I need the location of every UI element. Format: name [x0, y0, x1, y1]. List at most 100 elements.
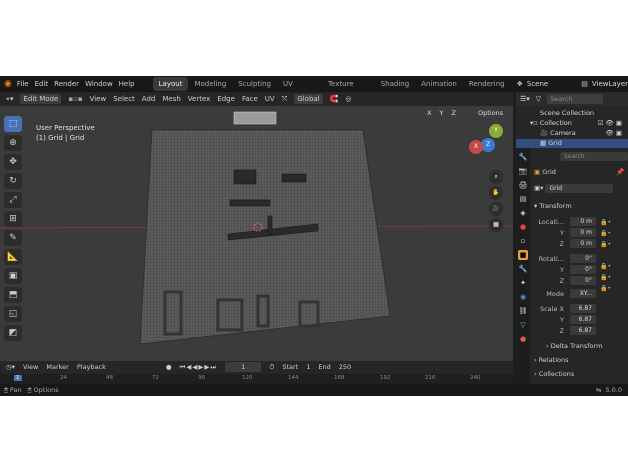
- data-name-row[interactable]: ▣▾ Grid: [534, 184, 614, 193]
- bevel-tool-icon[interactable]: ◩: [4, 325, 22, 341]
- vertex-menu[interactable]: Vertex: [188, 95, 211, 103]
- modifier-tab-icon[interactable]: 🔧: [518, 264, 528, 274]
- mesh-menu[interactable]: Mesh: [162, 95, 180, 103]
- object-tab-icon[interactable]: ■: [518, 250, 528, 260]
- end-frame-field[interactable]: 250: [339, 363, 351, 371]
- timeline-view-menu[interactable]: View: [23, 363, 38, 371]
- outliner-item-camera[interactable]: 🎥 Camera 👁 ▣: [540, 129, 626, 137]
- view-layer-tab-icon[interactable]: ▤: [518, 194, 528, 204]
- add-cube-tool-icon[interactable]: ▣: [4, 268, 22, 284]
- camera-view-icon[interactable]: 🎥: [489, 202, 503, 216]
- data-tab-icon[interactable]: ▽: [518, 320, 528, 330]
- timeline-marker-menu[interactable]: Marker: [46, 363, 68, 371]
- perspective-toggle-icon[interactable]: ▦: [489, 218, 503, 232]
- collections-header[interactable]: › Collections: [534, 370, 574, 378]
- transform-panel-header[interactable]: ▾ Transform: [534, 202, 572, 210]
- collection-tab-icon[interactable]: ▫: [518, 236, 528, 246]
- select-box-tool-icon[interactable]: ⬚: [4, 116, 22, 132]
- move-tool-icon[interactable]: ✥: [4, 154, 22, 170]
- measure-tool-icon[interactable]: 📐: [4, 249, 22, 265]
- cursor-tool-icon[interactable]: ⊕: [4, 135, 22, 151]
- outliner-editor-icon[interactable]: ☰▾: [520, 95, 530, 103]
- render-tab-icon[interactable]: 📷: [518, 166, 528, 176]
- timeline-editor-icon[interactable]: ◷▾: [6, 363, 15, 371]
- menu-window[interactable]: Window: [85, 80, 119, 88]
- extrude-tool-icon[interactable]: ⬒: [4, 287, 22, 303]
- rotation-y-field[interactable]: 0°: [570, 265, 596, 274]
- rotate-tool-icon[interactable]: ↻: [4, 173, 22, 189]
- outliner-item-collection[interactable]: ▾▫ Collection ☑ 👁 ▣: [530, 119, 626, 127]
- timeline-playback-menu[interactable]: Playback: [77, 363, 106, 371]
- view-layer-icon[interactable]: ▤: [581, 80, 588, 88]
- data-name-field[interactable]: Grid: [545, 184, 614, 193]
- timeline-ruler[interactable]: 1 24 48 72 96 120 144 168 192 216 240: [0, 374, 513, 384]
- tab-animation[interactable]: Animation: [415, 77, 463, 91]
- tab-rendering[interactable]: Rendering: [463, 77, 511, 91]
- tool-tab-icon[interactable]: 🔧: [518, 152, 528, 162]
- menu-help[interactable]: Help: [119, 80, 141, 88]
- select-mode-icons[interactable]: ▪▫▪: [68, 95, 82, 103]
- inset-tool-icon[interactable]: ◱: [4, 306, 22, 322]
- menu-edit[interactable]: Edit: [35, 80, 55, 88]
- rotation-z-field[interactable]: 0°: [570, 276, 596, 285]
- output-tab-icon[interactable]: 🖨: [518, 180, 528, 190]
- material-tab-icon[interactable]: ●: [518, 334, 528, 344]
- scale-tool-icon[interactable]: ⤢: [4, 192, 22, 208]
- overlay-axis-y[interactable]: Y: [436, 108, 447, 118]
- current-frame-field[interactable]: 1: [225, 362, 262, 372]
- current-frame-marker[interactable]: 1: [14, 375, 22, 381]
- object-name[interactable]: Grid: [542, 168, 556, 176]
- pin-icon[interactable]: 📌: [616, 168, 624, 176]
- location-x-field[interactable]: 0 m: [570, 217, 596, 226]
- snap-icon[interactable]: 🧲: [330, 95, 339, 103]
- camera-visibility-icons[interactable]: 👁 ▣: [606, 129, 622, 137]
- scene-name[interactable]: Scene: [527, 80, 579, 88]
- physics-tab-icon[interactable]: ◉: [518, 292, 528, 302]
- select-menu[interactable]: Select: [113, 95, 135, 103]
- world-tab-icon[interactable]: ●: [518, 222, 528, 232]
- face-menu[interactable]: Face: [242, 95, 258, 103]
- tab-layout[interactable]: Layout: [152, 77, 189, 91]
- tab-modeling[interactable]: Modeling: [188, 77, 232, 91]
- delta-transform-header[interactable]: › Delta Transform: [546, 342, 602, 350]
- annotate-tool-icon[interactable]: ✎: [4, 230, 22, 246]
- menu-file[interactable]: File: [17, 80, 35, 88]
- rotation-mode-dropdown[interactable]: XY...: [570, 289, 596, 298]
- preview-range-icon[interactable]: ⏱: [269, 363, 274, 372]
- scale-z-field[interactable]: 6.87: [570, 326, 596, 335]
- outliner-search-input[interactable]: Search: [547, 94, 604, 104]
- scale-y-field[interactable]: 6.87: [570, 315, 596, 324]
- scale-x-field[interactable]: 6.87: [570, 304, 596, 313]
- proportional-edit-icon[interactable]: ◎: [345, 95, 351, 103]
- menu-render[interactable]: Render: [54, 80, 85, 88]
- gizmo-x-axis[interactable]: X: [469, 140, 483, 154]
- add-menu[interactable]: Add: [142, 95, 156, 103]
- tab-shading[interactable]: Shading: [375, 77, 415, 91]
- scene-tab-icon[interactable]: ◈: [518, 208, 528, 218]
- overlay-axis-x[interactable]: X: [424, 108, 435, 118]
- view-layer-name[interactable]: ViewLayer: [592, 80, 628, 88]
- visibility-icons[interactable]: ☑ 👁 ▣: [598, 119, 622, 127]
- location-z-field[interactable]: 0 m: [570, 239, 596, 248]
- tab-uv-editing[interactable]: UV Editing: [277, 77, 322, 102]
- object-name-row[interactable]: ▣ Grid: [534, 168, 556, 176]
- uv-menu[interactable]: UV: [265, 95, 275, 103]
- lock-icons[interactable]: 🔒• 🔒• 🔒• 🔒• 🔒• 🔒•: [600, 217, 611, 294]
- overlay-axis-z[interactable]: Z: [448, 108, 459, 118]
- autokey-icon[interactable]: ●: [166, 363, 172, 371]
- constraints-tab-icon[interactable]: ⛓: [518, 306, 528, 316]
- view-menu[interactable]: View: [90, 95, 107, 103]
- relations-header[interactable]: › Relations: [534, 356, 569, 364]
- outliner-item-grid[interactable]: ▦ Grid: [516, 139, 628, 148]
- 3d-viewport[interactable]: User Perspective (1) Grid | Grid ⬚ ⊕ ✥ ↻…: [0, 106, 513, 361]
- edge-menu[interactable]: Edge: [217, 95, 235, 103]
- start-frame-field[interactable]: 1: [306, 363, 310, 371]
- scene-icon[interactable]: ❖: [517, 80, 523, 88]
- gizmo-z-axis[interactable]: Z: [481, 138, 495, 152]
- location-y-field[interactable]: 0 m: [570, 228, 596, 237]
- orientation-icon[interactable]: ⤧: [282, 95, 288, 104]
- particles-tab-icon[interactable]: ✦: [518, 278, 528, 288]
- transform-tool-icon[interactable]: ⊞: [4, 211, 22, 227]
- properties-search-input[interactable]: Search: [560, 152, 628, 161]
- zoom-icon[interactable]: ⌕: [489, 170, 503, 184]
